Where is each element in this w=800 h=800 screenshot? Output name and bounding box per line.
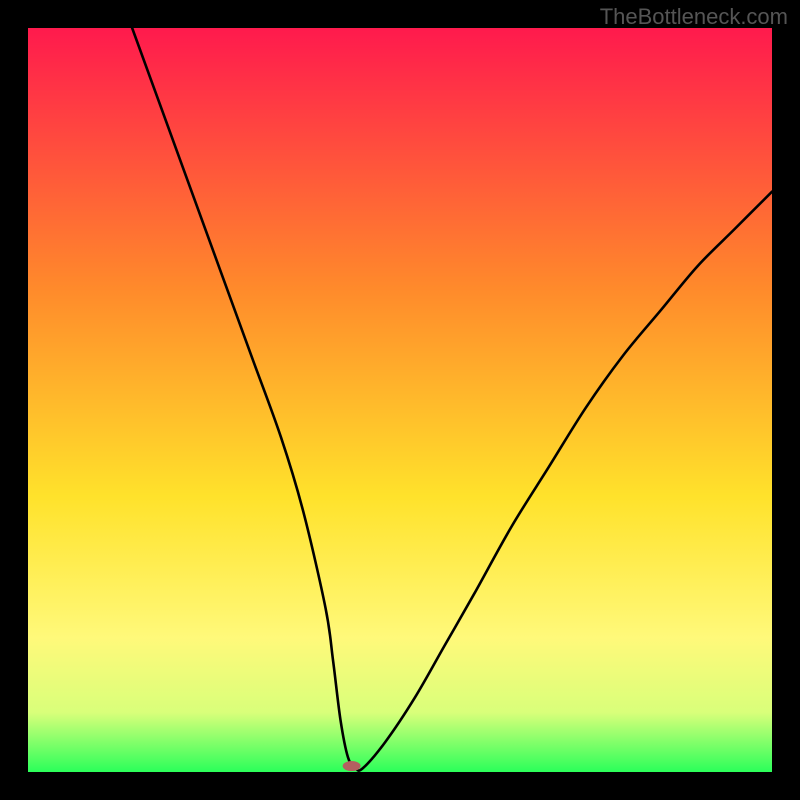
gradient-background	[28, 28, 772, 772]
watermark-text: TheBottleneck.com	[600, 4, 788, 30]
optimal-point-marker	[343, 761, 361, 771]
chart-area	[28, 28, 772, 772]
chart-svg	[28, 28, 772, 772]
